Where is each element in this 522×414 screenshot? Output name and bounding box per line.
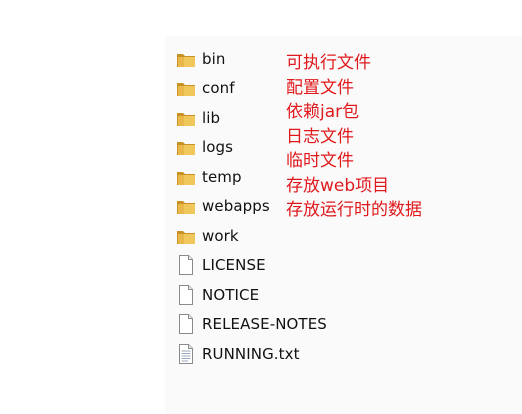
annotation-work: 存放运行时的数据 [286, 200, 422, 220]
file-item-bin[interactable]: bin [176, 44, 296, 74]
file-name: logs [202, 138, 234, 157]
file-icon [176, 314, 196, 335]
file-name: work [202, 226, 239, 245]
folder-icon [176, 226, 196, 246]
file-item-work[interactable]: work [176, 221, 296, 251]
folder-icon [176, 167, 196, 187]
file-name: NOTICE [202, 285, 260, 304]
file-icon [176, 255, 196, 276]
file-item-logs[interactable]: logs [176, 133, 296, 163]
file-item-notice[interactable]: NOTICE [176, 280, 296, 310]
annotation-logs: 日志文件 [286, 126, 354, 147]
folder-icon [176, 108, 196, 128]
file-name: RUNNING.txt [202, 344, 300, 363]
file-item-release-notes[interactable]: RELEASE-NOTES [176, 310, 327, 340]
annotation-temp: 临时文件 [286, 151, 354, 171]
file-list: bin conf lib logs temp webapps work LICE… [176, 44, 327, 369]
annotation-list: 可执行文件 配置文件 依赖jar包 日志文件 临时文件 存放web项目 存放运行… [286, 51, 422, 223]
annotation-lib: 依赖jar包 [286, 102, 360, 122]
file-name: lib [202, 108, 221, 127]
file-name: webapps [202, 197, 270, 216]
file-item-conf[interactable]: conf [176, 74, 296, 104]
file-name: RELEASE-NOTES [202, 315, 327, 334]
file-item-lib[interactable]: lib [176, 103, 296, 133]
file-icon [176, 284, 196, 305]
folder-icon [176, 196, 196, 216]
annotation-conf: 配置文件 [286, 77, 354, 98]
file-name: LICENSE [202, 256, 266, 275]
file-item-license[interactable]: LICENSE [176, 251, 296, 281]
file-item-running-txt[interactable]: RUNNING.txt [176, 339, 300, 369]
text-file-icon [176, 343, 196, 364]
file-name: temp [202, 167, 242, 186]
folder-icon [176, 137, 196, 157]
file-item-webapps[interactable]: webapps [176, 192, 296, 222]
file-name: conf [202, 79, 235, 98]
folder-icon [176, 49, 196, 69]
file-item-temp[interactable]: temp [176, 162, 296, 192]
folder-icon [176, 78, 196, 98]
file-name: bin [202, 49, 226, 68]
annotation-bin: 可执行文件 [286, 53, 371, 73]
annotation-webapps: 存放web项目 [286, 175, 390, 196]
